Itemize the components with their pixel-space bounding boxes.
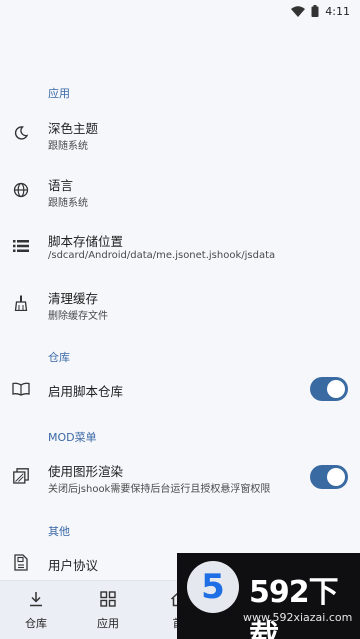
watermark-url: www.592xiazai.com <box>243 611 353 624</box>
repo-toggle[interactable] <box>310 377 348 401</box>
setting-subtitle: 跟随系统 <box>48 141 88 152</box>
setting-title: 用户协议 <box>48 558 99 573</box>
setting-title: 清理缓存 <box>48 291 99 306</box>
graphics-render-toggle[interactable] <box>310 465 348 489</box>
settings-list: 应用 深色主题 跟随系统 语言 跟随系统 脚本存储位置 /sdcard/Andr… <box>0 22 360 580</box>
download-icon <box>6 589 66 609</box>
setting-subtitle: /sdcard/Android/data/me.jsonet.jshook/js… <box>48 250 276 261</box>
nav-label: 应用 <box>97 617 119 630</box>
setting-title: 脚本存储位置 <box>48 234 124 249</box>
toggle-knob <box>327 468 345 486</box>
moon-icon <box>12 124 30 142</box>
setting-title: 深色主题 <box>48 121 99 136</box>
setting-subtitle: 删除缓存文件 <box>48 311 108 322</box>
book-icon <box>12 380 30 398</box>
section-header-other: 其他 <box>48 525 70 538</box>
setting-dark-theme[interactable]: 深色主题 跟随系统 <box>0 114 360 158</box>
watermark-logo: 5 <box>187 561 239 613</box>
nav-label: 仓库 <box>25 617 47 630</box>
setting-title: 语言 <box>48 178 74 193</box>
globe-icon <box>12 181 30 199</box>
wifi-icon <box>291 5 306 17</box>
status-time: 4:11 <box>325 4 350 18</box>
setting-enable-script-repo[interactable]: 启用脚本仓库 <box>0 375 360 403</box>
setting-title: 使用图形渲染 <box>48 464 124 479</box>
setting-graphics-render[interactable]: 使用图形渲染 关闭后jshook需要保持后台运行且授权悬浮窗权限 <box>0 456 360 500</box>
list-icon <box>12 237 30 255</box>
setting-subtitle: 关闭后jshook需要保持后台运行且授权悬浮窗权限 <box>48 484 271 495</box>
status-bar: 4:11 <box>0 0 360 22</box>
setting-language[interactable]: 语言 跟随系统 <box>0 171 360 215</box>
section-header-mod-menu: MOD菜单 <box>48 431 97 444</box>
broom-icon <box>12 294 30 312</box>
nav-item-apps[interactable]: 应用 <box>78 589 138 631</box>
setting-subtitle: 跟随系统 <box>48 198 88 209</box>
battery-icon <box>311 5 319 17</box>
layers-icon <box>12 467 30 485</box>
nav-item-repo[interactable]: 仓库 <box>6 589 66 631</box>
apps-grid-icon <box>78 589 138 609</box>
setting-title: 启用脚本仓库 <box>48 384 124 399</box>
document-icon <box>12 553 30 571</box>
watermark-overlay: 5 592下载 www.592xiazai.com <box>177 553 360 639</box>
section-header-app: 应用 <box>48 87 70 100</box>
section-header-repo: 仓库 <box>48 351 70 364</box>
setting-clear-cache[interactable]: 清理缓存 删除缓存文件 <box>0 284 360 328</box>
setting-script-storage[interactable]: 脚本存储位置 /sdcard/Android/data/me.jsonet.js… <box>0 227 360 271</box>
watermark-logo-text: 5 <box>201 567 225 607</box>
toggle-knob <box>327 380 345 398</box>
watermark-brand: 592下载 <box>249 575 339 639</box>
